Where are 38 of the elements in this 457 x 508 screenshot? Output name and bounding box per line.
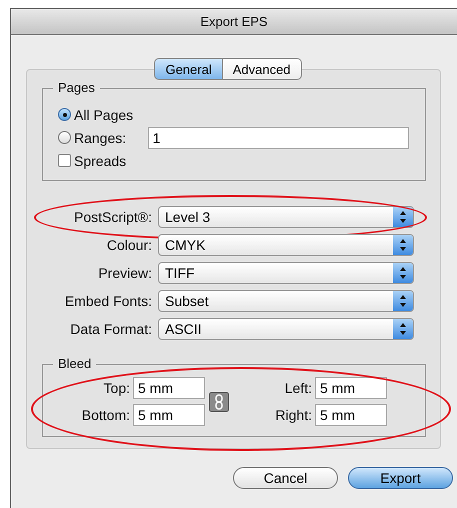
stepper-arrows-icon	[393, 290, 413, 310]
bleed-field[interactable]: 5 mm	[315, 377, 387, 399]
bleed-field[interactable]: 5 mm	[133, 404, 205, 426]
dropdown[interactable]: CMYK	[158, 234, 414, 256]
tab[interactable]: General	[154, 58, 223, 80]
dialog-button[interactable]: Cancel	[233, 467, 338, 489]
dialog-button[interactable]: Export	[348, 467, 453, 489]
bleed-label: Bottom:	[80, 407, 131, 423]
stepper-arrows-icon	[393, 234, 413, 254]
dropdown[interactable]: Subset	[158, 290, 414, 312]
bleed-field[interactable]: 5 mm	[133, 377, 205, 399]
stepper-arrows-icon	[393, 262, 413, 282]
bleed-label: Right:	[274, 407, 313, 423]
checkbox[interactable]	[58, 154, 71, 167]
window-title: Export EPS	[200, 14, 268, 29]
chain-icon[interactable]	[209, 392, 229, 412]
dropdown[interactable]: ASCII	[158, 318, 414, 340]
stepper-arrows-icon	[393, 206, 413, 226]
group-title: Pages	[53, 80, 100, 95]
ranges-field[interactable]: 1	[148, 126, 409, 148]
bleed-label: Top:	[102, 380, 131, 396]
group-title: Bleed	[53, 356, 96, 371]
dropdown[interactable]: Level 3	[158, 206, 414, 228]
setting-label: Preview:	[97, 264, 153, 280]
tab[interactable]: Advanced	[222, 58, 302, 80]
setting-label: Data Format:	[69, 320, 153, 336]
setting-label: Embed Fonts:	[64, 292, 153, 308]
checkbox-label: Spreads	[74, 152, 126, 168]
radio-button[interactable]	[58, 108, 71, 121]
dropdown[interactable]: TIFF	[158, 262, 414, 284]
stepper-arrows-icon	[393, 318, 413, 338]
setting-label: Colour:	[106, 236, 153, 252]
radio-label: All Pages	[74, 106, 134, 122]
bleed-label: Left:	[284, 380, 313, 396]
radio-button[interactable]	[58, 131, 71, 144]
radio-label: Ranges:	[74, 130, 126, 146]
setting-label: PostScript®:	[72, 208, 153, 224]
bleed-field[interactable]: 5 mm	[315, 404, 387, 426]
